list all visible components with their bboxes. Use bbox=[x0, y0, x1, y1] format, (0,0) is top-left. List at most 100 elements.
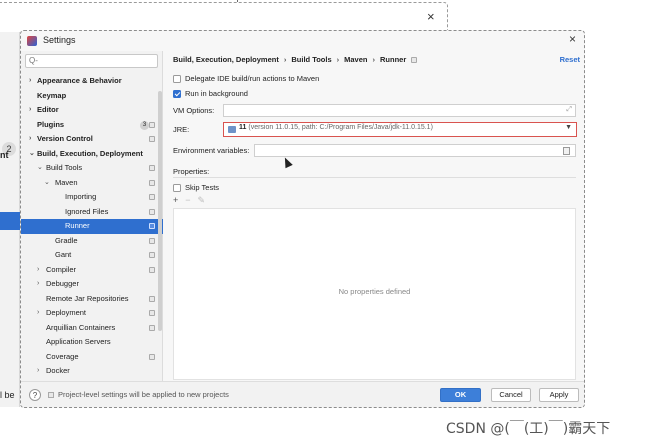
tree-item[interactable]: Ignored Files bbox=[21, 205, 163, 220]
environment-variables-input[interactable] bbox=[254, 144, 576, 157]
project-settings-icon bbox=[149, 237, 155, 244]
remove-icon[interactable]: − bbox=[185, 195, 190, 205]
tree-item-label: Arquillian Containers bbox=[46, 322, 116, 332]
footer-note-text: Project-level settings will be applied t… bbox=[58, 390, 229, 399]
background-close-icon[interactable]: × bbox=[427, 9, 435, 24]
tree-item[interactable]: Arquillian Containers bbox=[21, 321, 163, 336]
divider bbox=[173, 177, 576, 178]
tree-item-label: Plugins bbox=[37, 119, 65, 129]
jre-name: 11 bbox=[239, 124, 247, 131]
project-settings-icon bbox=[149, 223, 155, 229]
tree-item[interactable]: Gradle bbox=[21, 234, 163, 249]
chevron-right-icon[interactable]: › bbox=[29, 103, 31, 118]
skip-tests-label: Skip Tests bbox=[185, 183, 220, 192]
environment-variables-label: Environment variables: bbox=[173, 146, 250, 155]
help-icon[interactable]: ? bbox=[29, 389, 41, 401]
settings-panel: Build, Execution, Deployment › Build Tools… bbox=[164, 51, 584, 381]
tree-item-label: Application Servers bbox=[46, 337, 111, 346]
reset-link[interactable]: Reset bbox=[560, 55, 580, 64]
tree-item-label: Remote Jar Repositories bbox=[46, 293, 129, 303]
project-settings-icon bbox=[149, 295, 155, 302]
tree-item-label: Importing bbox=[65, 192, 97, 201]
tree-item-label: Editor bbox=[37, 105, 59, 114]
tree-item[interactable]: Coverage bbox=[21, 350, 163, 365]
expand-icon[interactable]: ⤢ bbox=[566, 106, 572, 114]
checkbox-box[interactable] bbox=[173, 75, 181, 83]
tree-item[interactable]: › Version Control bbox=[21, 132, 163, 147]
tree-item-label: Ignored Files bbox=[65, 206, 109, 216]
close-icon[interactable]: × bbox=[569, 32, 576, 46]
tree-item[interactable]: ⌄ Maven bbox=[21, 176, 163, 191]
apply-button[interactable]: Apply bbox=[539, 388, 579, 402]
tree-item[interactable]: ⌄ Build Tools bbox=[21, 161, 163, 176]
ok-button[interactable]: OK bbox=[440, 388, 481, 402]
checkbox-box[interactable] bbox=[173, 90, 181, 98]
watermark: CSDN @(￣(工)￣)霸天下 bbox=[446, 421, 611, 437]
vm-options-input[interactable]: ⤢ bbox=[223, 104, 576, 117]
tree-item[interactable]: Remote Jar Repositories bbox=[21, 292, 163, 307]
settings-dialog: Settings × Q- › Appearance & Behavior Keym… bbox=[20, 30, 585, 408]
chevron-right-icon[interactable]: › bbox=[37, 263, 39, 278]
project-settings-icon bbox=[411, 57, 418, 64]
tree-item[interactable]: › Appearance & Behavior bbox=[21, 74, 163, 89]
chevron-right-icon[interactable]: › bbox=[37, 364, 39, 379]
tree-item[interactable]: Application Servers bbox=[21, 335, 163, 350]
tree-item[interactable]: › Compiler bbox=[21, 263, 163, 278]
dialog-footer: ? Project-level settings will be applied… bbox=[21, 381, 584, 407]
jre-label: JRE: bbox=[173, 125, 190, 134]
footer-note: Project-level settings will be applied t… bbox=[48, 390, 229, 399]
tree-item[interactable]: › Deployment bbox=[21, 306, 163, 321]
project-settings-icon bbox=[149, 353, 155, 360]
project-settings-icon bbox=[149, 136, 155, 142]
tree-item[interactable]: › Editor bbox=[21, 103, 163, 118]
dialog-title: Settings bbox=[43, 35, 76, 45]
chevron-down-icon[interactable]: ▼ bbox=[565, 124, 572, 131]
tree-item-label: Build, Execution, Deployment bbox=[37, 148, 143, 158]
jre-detail: (version 11.0.15, path: C:/Program Files… bbox=[248, 124, 433, 131]
tree-item-label: Build Tools bbox=[46, 163, 83, 172]
tree-item[interactable]: Importing bbox=[21, 190, 163, 205]
tree-item[interactable]: ⌄ Build, Execution, Deployment bbox=[21, 147, 163, 162]
screenshot-stage: × 2 nt l be Settings × Q- › Appearance & … bbox=[0, 0, 650, 445]
edit-icon[interactable]: ✎ bbox=[198, 195, 206, 206]
chevron-right-icon[interactable]: › bbox=[29, 132, 31, 147]
tree-item-label: Coverage bbox=[46, 351, 79, 361]
checkbox-box[interactable] bbox=[173, 184, 181, 192]
tree-item[interactable]: Runner bbox=[21, 219, 163, 234]
jre-select[interactable]: 11 (version 11.0.15, path: C:/Program Fi… bbox=[223, 122, 577, 137]
properties-label: Properties: bbox=[173, 167, 210, 176]
project-settings-icon bbox=[149, 121, 155, 128]
chevron-down-icon[interactable]: ⌄ bbox=[29, 147, 35, 162]
tree-item-label: Debugger bbox=[46, 279, 79, 288]
breadcrumb-item: Build, Execution, Deployment bbox=[173, 55, 279, 64]
jdk-folder-icon bbox=[228, 126, 236, 133]
sidebar-scrollbar[interactable] bbox=[158, 91, 162, 331]
project-settings-icon bbox=[149, 310, 155, 316]
properties-table[interactable]: No properties defined bbox=[173, 208, 576, 380]
breadcrumb-item: Runner bbox=[379, 55, 407, 64]
browse-document-icon[interactable] bbox=[563, 147, 570, 155]
background-sidebar: 2 nt l be bbox=[0, 32, 20, 407]
jre-value: 11 (version 11.0.15, path: C:/Program Fi… bbox=[239, 124, 433, 131]
tree-item[interactable]: Plugins 3 bbox=[21, 118, 163, 133]
chevron-right-icon[interactable]: › bbox=[37, 277, 39, 292]
add-icon[interactable]: + bbox=[173, 195, 178, 205]
vm-options-label: VM Options: bbox=[173, 106, 215, 115]
tree-item[interactable]: › Debugger bbox=[21, 277, 163, 292]
tree-item-label: Runner bbox=[65, 221, 90, 230]
chevron-down-icon[interactable]: ⌄ bbox=[37, 161, 43, 176]
cancel-button[interactable]: Cancel bbox=[491, 388, 531, 402]
breadcrumb-separator-icon: › bbox=[336, 55, 340, 64]
properties-toolbar: + − ✎ bbox=[173, 195, 576, 207]
tree-item-label: Docker bbox=[46, 366, 70, 375]
chevron-right-icon[interactable]: › bbox=[37, 306, 39, 321]
chevron-right-icon[interactable]: › bbox=[29, 74, 31, 89]
search-input[interactable]: Q- bbox=[25, 54, 158, 68]
tree-item[interactable]: › Docker bbox=[21, 364, 163, 379]
tree-item[interactable]: Gant bbox=[21, 248, 163, 263]
intellij-logo-icon bbox=[27, 36, 37, 46]
chevron-down-icon[interactable]: ⌄ bbox=[44, 176, 50, 191]
tree-item[interactable]: Keymap bbox=[21, 89, 163, 104]
tree-item-label: Keymap bbox=[37, 90, 67, 100]
project-settings-icon bbox=[149, 179, 155, 186]
